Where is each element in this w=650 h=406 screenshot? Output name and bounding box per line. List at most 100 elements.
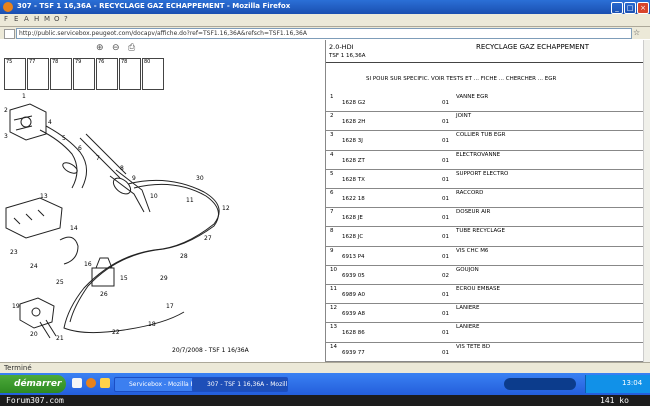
table-row[interactable]: 11 6989 A0 01 ECROU EMBASE <box>326 284 644 305</box>
menu-view[interactable]: A <box>24 15 29 23</box>
part-number-label: 9 <box>132 175 136 182</box>
part-designation: DOSEUR AIR <box>456 209 491 216</box>
thumbnail[interactable]: 77 <box>27 58 49 90</box>
table-row[interactable]: 8 1628 JC 01 TUBE RECYCLAGE <box>326 226 644 247</box>
table-row[interactable]: 13 1628 86 01 LANIERE <box>326 322 644 343</box>
part-quantity: 01 <box>442 311 449 318</box>
menu-bar: F E A H M O ? <box>0 14 650 27</box>
part-designation: ELECTROVANNE <box>456 151 501 158</box>
row-number: 1 <box>330 94 334 100</box>
thumbnail[interactable]: 75 <box>4 58 26 90</box>
part-quantity: 01 <box>442 330 449 337</box>
part-designation: VIS TETE BD <box>456 343 491 350</box>
window-title-bar: 307 - TSF 1 16,36A - RECYCLAGE GAZ ECHAP… <box>0 0 650 14</box>
table-row[interactable]: 1 1628 G2 01 VANNE EGR <box>326 92 644 113</box>
part-reference: 6989 A0 <box>342 292 366 298</box>
firefox-icon <box>3 2 13 12</box>
watermark-bar: Forum307.com 141 ko <box>0 395 650 406</box>
row-number: 7 <box>330 209 334 216</box>
part-designation: GOUJON <box>456 266 479 273</box>
zoom-in-icon[interactable]: ⊕ <box>96 43 104 53</box>
part-number-label: 11 <box>186 197 194 204</box>
part-quantity: 01 <box>442 292 449 298</box>
part-number-label: 23 <box>10 249 18 256</box>
part-quantity: 01 <box>442 253 449 260</box>
row-number: 2 <box>330 113 334 120</box>
menu-history[interactable]: H <box>34 15 39 23</box>
table-row[interactable]: 10 6939 05 02 GOUJON <box>326 265 644 285</box>
part-reference: 1628 JE <box>342 215 363 222</box>
start-button[interactable]: démarrer <box>0 375 66 393</box>
part-reference: 1628 2H <box>342 119 366 126</box>
part-number-label: 22 <box>112 329 120 336</box>
diagram-footer: 20/7/2008 - TSF 1 16/36A <box>172 347 250 354</box>
table-row[interactable]: 3 1628 3J 01 COLLIER TUB EGR <box>326 130 644 151</box>
show-desktop-icon[interactable] <box>72 378 82 388</box>
part-number-label: 18 <box>148 321 156 328</box>
firefox-quicklaunch-icon[interactable] <box>86 378 96 388</box>
part-designation: JOINT <box>456 113 472 120</box>
part-number-label: 7 <box>96 155 100 162</box>
table-row[interactable]: 5 1628 TX 01 SUPPORT ELECTRO <box>326 169 644 189</box>
menu-help[interactable]: ? <box>64 15 68 23</box>
page-title: RECYCLAGE GAZ ECHAPPEMENT <box>476 43 590 51</box>
part-number-label: 15 <box>120 275 128 282</box>
task-servicebox[interactable]: Servicebox - Mozilla Firefox <box>114 377 200 392</box>
part-quantity: 01 <box>442 234 449 241</box>
row-number: 11 <box>330 286 337 292</box>
part-designation: ECROU EMBASE <box>456 286 500 292</box>
thumbnail[interactable]: 78 <box>119 58 141 90</box>
parts-header: 2.0-HDI RECYCLAGE GAZ ECHAPPEMENT TSF 1 … <box>326 40 644 63</box>
part-reference: 1628 86 <box>342 330 365 337</box>
zoom-out-icon[interactable]: ⊖ <box>112 43 120 53</box>
table-row[interactable]: 2 1628 2H 01 JOINT <box>326 111 644 132</box>
row-number: 6 <box>330 190 334 196</box>
row-number: 9 <box>330 247 334 254</box>
part-reference: 1622 18 <box>342 196 365 202</box>
menu-tools[interactable]: O <box>54 15 60 23</box>
part-number-label: 13 <box>40 193 48 200</box>
part-designation: VIS CHC M6 <box>456 247 489 254</box>
part-number-label: 10 <box>150 193 158 200</box>
part-quantity: 01 <box>442 100 449 106</box>
part-reference: 6939 A8 <box>342 311 366 318</box>
header-subref: TSF 1 16,36A <box>329 53 366 59</box>
table-row[interactable]: 12 6939 A8 01 LANIERE <box>326 303 644 324</box>
parts-list-pane: 2.0-HDI RECYCLAGE GAZ ECHAPPEMENT TSF 1 … <box>325 40 644 362</box>
table-row[interactable]: 7 1628 JE 01 DOSEUR AIR <box>326 207 644 228</box>
row-number: 14 <box>330 343 337 350</box>
table-row[interactable]: 9 6913 P4 01 VIS CHC M6 <box>326 246 644 266</box>
row-number: 5 <box>330 170 334 177</box>
header-note: SI POUR SUR SPECIFIC. VOIR TESTS ET ... … <box>366 76 557 82</box>
part-reference: 1628 G2 <box>342 100 366 106</box>
part-quantity: 02 <box>442 272 449 279</box>
minimize-button[interactable]: _ <box>611 2 623 14</box>
menu-bookmarks[interactable]: M <box>44 15 50 23</box>
address-bar[interactable]: http://public.servicebox.peugeot.com/doc… <box>16 28 632 39</box>
task-307[interactable]: 307 - TSF 1 16,36A - Mozilla Firefox <box>192 377 288 392</box>
bookmark-star-icon[interactable]: ☆ <box>633 28 640 37</box>
thumbnail[interactable]: 76 <box>96 58 118 90</box>
part-designation: RACCORD <box>456 190 484 196</box>
thumbnail[interactable]: 78 <box>50 58 72 90</box>
part-quantity: 01 <box>442 157 449 164</box>
system-tray: 13:04 <box>585 375 650 393</box>
part-quantity: 01 <box>442 176 449 183</box>
table-row[interactable]: 4 1628 ZT 01 ELECTROVANNE <box>326 150 644 170</box>
close-button[interactable]: × <box>637 2 649 14</box>
vertical-scrollbar[interactable] <box>643 40 650 362</box>
explorer-quicklaunch-icon[interactable] <box>100 378 110 388</box>
maximize-button[interactable]: □ <box>624 2 636 14</box>
thumbnail[interactable]: 80 <box>142 58 164 90</box>
part-number-label: 1 <box>22 93 26 100</box>
table-row[interactable]: 6 1622 18 01 RACCORD <box>326 188 644 209</box>
window-title: 307 - TSF 1 16,36A - RECYCLAGE GAZ ECHAP… <box>17 2 291 10</box>
menu-edit[interactable]: E <box>14 15 18 23</box>
part-reference: 1628 JC <box>342 234 364 241</box>
row-number: 12 <box>330 305 337 312</box>
menu-file[interactable]: F <box>4 15 8 23</box>
media-player-controls[interactable] <box>504 378 576 390</box>
thumbnail[interactable]: 79 <box>73 58 95 90</box>
table-row[interactable]: 14 6939 77 01 VIS TETE BD <box>326 342 644 362</box>
print-icon[interactable]: ⎙ <box>128 43 135 53</box>
